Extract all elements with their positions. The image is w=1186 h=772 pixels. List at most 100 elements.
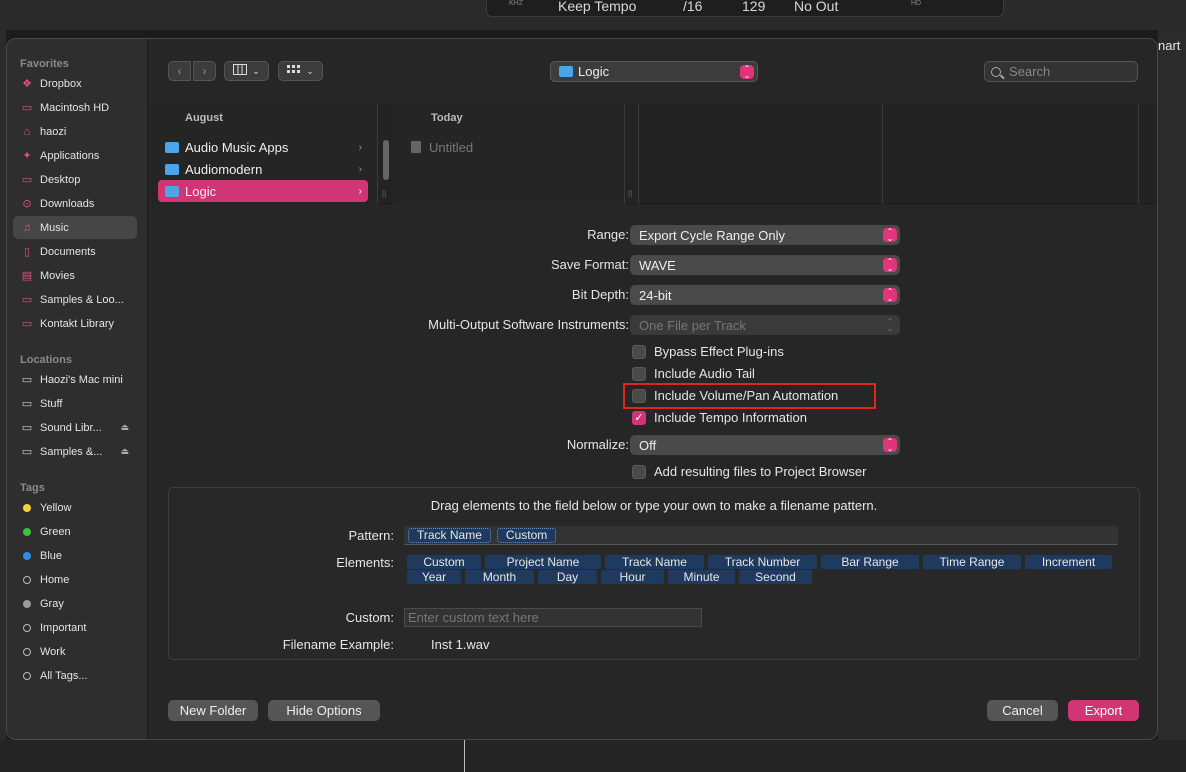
division[interactable]: /16	[683, 0, 702, 14]
locations-title: Locations	[20, 354, 72, 366]
tempo-value[interactable]: 129	[742, 0, 765, 14]
checkmark-icon[interactable]: ✓	[632, 410, 646, 425]
sidebar-tag-all-tags-[interactable]: All Tags...	[13, 664, 137, 687]
pattern-token[interactable]: Track Name	[408, 527, 491, 543]
element-chip[interactable]: Time Range	[923, 555, 1021, 569]
pattern-field[interactable]: Track Name Custom	[404, 526, 1118, 545]
hd-label: HD	[911, 0, 922, 7]
checkbox-box[interactable]	[632, 464, 646, 479]
element-chip[interactable]: Track Number	[708, 555, 817, 569]
sidebar-item-macintosh-hd[interactable]: ▭ Macintosh HD	[13, 96, 137, 119]
hide-options-button[interactable]: Hide Options	[268, 700, 380, 721]
sidebar-item-samples-loo-[interactable]: ▭ Samples & Loo...	[13, 288, 137, 311]
sidebar-item-applications[interactable]: ✦ Applications	[13, 144, 137, 167]
element-chip[interactable]: Minute	[668, 570, 735, 584]
custom-text-input[interactable]: Enter custom text here	[404, 608, 702, 627]
browser-row[interactable]: Audiomodern ›	[158, 158, 368, 180]
range-value: Export Cycle Range Only	[639, 227, 785, 243]
checkbox-box[interactable]	[632, 366, 646, 381]
search-field[interactable]: Search	[984, 61, 1138, 82]
sidebar-item-documents[interactable]: ▯ Documents	[13, 240, 137, 263]
sidebar-tag-yellow[interactable]: Yellow	[13, 496, 137, 519]
browser-row[interactable]: Audio Music Apps ›	[158, 136, 368, 158]
bypass-checkbox[interactable]: Bypass Effect Plug-ins	[632, 344, 784, 359]
sidebar-location-2[interactable]: ▭ Sound Libr... ⏏	[13, 416, 137, 439]
checkbox-box[interactable]	[632, 344, 646, 359]
sidebar-item-movies[interactable]: ▤ Movies	[13, 264, 137, 287]
pattern-token[interactable]: Custom	[496, 527, 557, 543]
element-chip[interactable]: Custom	[407, 555, 481, 569]
element-chip[interactable]: Bar Range	[821, 555, 919, 569]
sidebar-tag-gray[interactable]: Gray	[13, 592, 137, 615]
group-button[interactable]: ⌄	[278, 61, 323, 81]
chevron-down-icon: ⌄	[306, 65, 314, 76]
sidebar-tag-blue[interactable]: Blue	[13, 544, 137, 567]
column-view-button[interactable]: ⌄	[224, 61, 269, 81]
sidebar-item-haozi[interactable]: ⌂ haozi	[13, 120, 137, 143]
sidebar-item-label: Movies	[40, 269, 75, 282]
project-browser-checkbox[interactable]: Add resulting files to Project Browser	[632, 464, 866, 479]
eject-icon[interactable]: ⏏	[120, 422, 129, 433]
element-chip[interactable]: Increment	[1025, 555, 1112, 569]
browser-row[interactable]: Untitled	[404, 136, 614, 158]
stepper-icon: ⌃ ⌄	[883, 228, 897, 243]
element-chip[interactable]: Track Name	[605, 555, 704, 569]
cancel-button[interactable]: Cancel	[987, 700, 1058, 721]
range-popup[interactable]: Export Cycle Range Only ⌃ ⌄	[630, 225, 900, 245]
sidebar-item-music[interactable]: ♫ Music	[13, 216, 137, 239]
element-chip[interactable]: Year	[407, 570, 461, 584]
element-chip[interactable]: Second	[739, 570, 812, 584]
format-popup[interactable]: WAVE ⌃ ⌄	[630, 255, 900, 275]
checkbox-label: Add resulting files to Project Browser	[654, 464, 867, 479]
sidebar-location-3[interactable]: ▭ Samples &... ⏏	[13, 440, 137, 463]
back-button[interactable]: ‹	[168, 61, 191, 81]
sidebar-item-label: Work	[40, 645, 66, 658]
element-chip[interactable]: Day	[538, 570, 597, 584]
export-button[interactable]: Export	[1068, 700, 1139, 721]
document-icon	[411, 141, 421, 153]
column-divider	[377, 103, 378, 204]
column-resize-handle[interactable]: ||	[382, 189, 386, 198]
browser-row[interactable]: Logic ›	[158, 180, 368, 202]
tempo-info-checkbox[interactable]: ✓ Include Tempo Information	[632, 410, 807, 425]
browser-row-label: Audiomodern	[185, 161, 263, 177]
sidebar-tag-work[interactable]: Work	[13, 640, 137, 663]
sidebar-location-1[interactable]: ▭ Stuff	[13, 392, 137, 415]
sidebar-item-downloads[interactable]: ⊙ Downloads	[13, 192, 137, 215]
sidebar-location-0[interactable]: ▭ Haozi's Mac mini	[13, 368, 137, 391]
sidebar-tag-home[interactable]: Home	[13, 568, 137, 591]
sidebar-item-kontakt-library[interactable]: ▭ Kontakt Library	[13, 312, 137, 335]
search-icon	[991, 66, 1001, 77]
chevron-down-icon: ⌄	[252, 65, 260, 76]
playhead-line	[464, 740, 465, 772]
sidebar-tag-important[interactable]: Important	[13, 616, 137, 639]
audio-tail-checkbox[interactable]: Include Audio Tail	[632, 366, 755, 381]
eject-icon[interactable]: ⏏	[120, 446, 129, 457]
sidebar-tag-green[interactable]: Green	[13, 520, 137, 543]
chevron-right-icon: ›	[358, 163, 362, 175]
new-folder-button[interactable]: New Folder	[168, 700, 258, 721]
main-panel: ‹ › ⌄ ⌄ Logic ⌃ ⌄ Search August Audio Mu…	[148, 39, 1157, 739]
scrollbar-thumb[interactable]	[383, 140, 389, 180]
sidebar-item-label: Haozi's Mac mini	[40, 373, 123, 386]
nav-buttons: ‹ ›	[168, 61, 216, 81]
tempo-mode[interactable]: Keep Tempo	[558, 0, 636, 14]
element-chip[interactable]: Hour	[601, 570, 664, 584]
column-resize-handle[interactable]: ||	[628, 189, 632, 198]
element-chip[interactable]: Project Name	[485, 555, 601, 569]
sidebar-item-dropbox[interactable]: ❖ Dropbox	[13, 72, 137, 95]
forward-button[interactable]: ›	[193, 61, 216, 81]
folder-icon	[165, 163, 179, 175]
bitdepth-popup[interactable]: 24-bit ⌃ ⌄	[630, 285, 900, 305]
output-value[interactable]: No Out	[794, 0, 838, 14]
normalize-popup[interactable]: Off ⌃ ⌄	[630, 435, 900, 455]
column-divider	[638, 103, 639, 204]
sidebar-item-desktop[interactable]: ▭ Desktop	[13, 168, 137, 191]
element-chip[interactable]: Month	[465, 570, 534, 584]
folder-icon: ▭	[21, 318, 33, 330]
location-popup[interactable]: Logic ⌃ ⌄	[550, 61, 758, 82]
multi-output-popup[interactable]: One File per Track ⌃ ⌄	[630, 315, 900, 335]
tag-dot-icon	[21, 670, 33, 682]
sidebar-item-label: Samples & Loo...	[40, 293, 124, 306]
sidebar-item-label: Stuff	[40, 397, 63, 410]
